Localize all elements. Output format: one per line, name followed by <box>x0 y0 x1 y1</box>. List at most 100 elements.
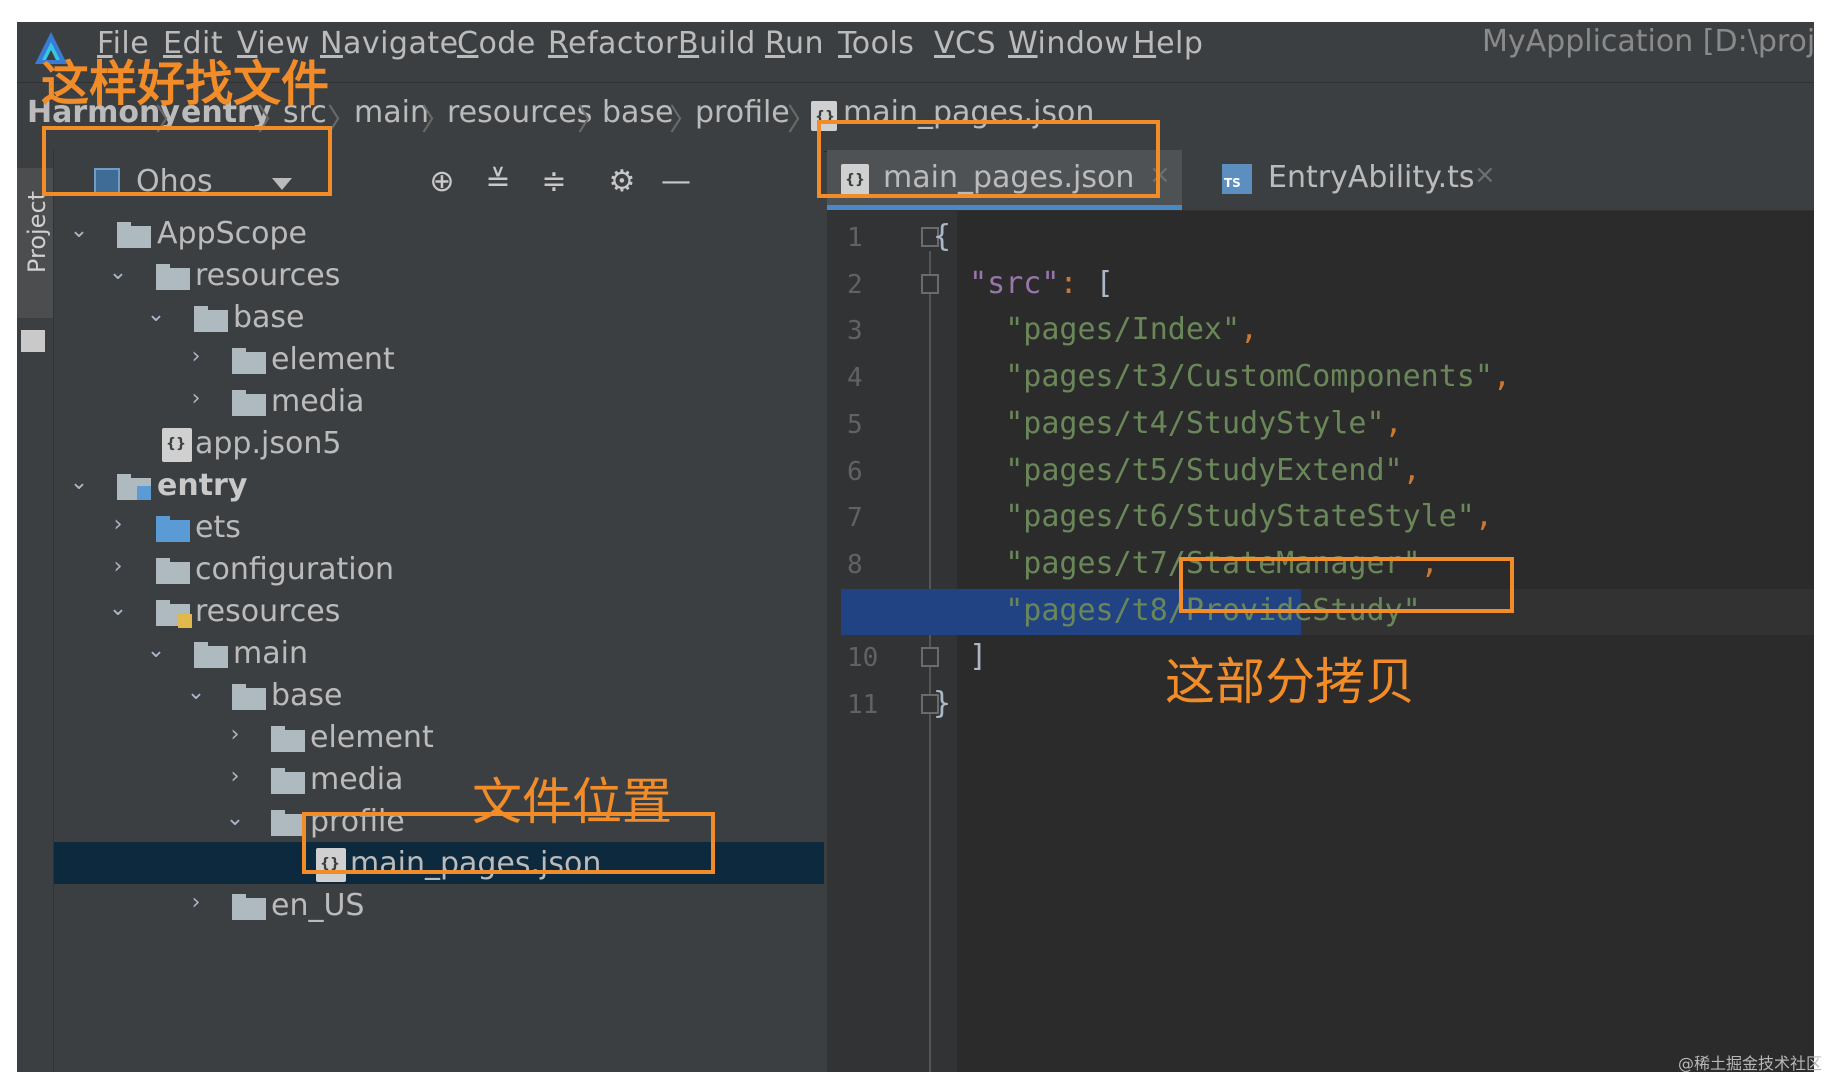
code-line: "pages/t5/StudyExtend", <box>957 449 1814 495</box>
window-title: MyApplication [D:\proj <box>1482 24 1814 59</box>
menu-window[interactable]: Window <box>1008 26 1129 61</box>
chevron-right-icon[interactable]: › <box>224 722 246 747</box>
folder-icon <box>271 726 305 752</box>
tree-item-base-entry[interactable]: ⌄ base <box>54 674 824 716</box>
tree-item-label: element <box>310 720 434 755</box>
code-token: } <box>933 686 952 721</box>
code-token: , <box>1384 405 1403 441</box>
tree-item-main[interactable]: ⌄ main <box>54 632 824 674</box>
tree-item-appscope[interactable]: ⌄ AppScope <box>54 212 824 254</box>
chevron-right-icon[interactable]: › <box>224 764 246 789</box>
tree-item-label: entry <box>157 468 248 503</box>
code-line: "pages/Index", <box>957 308 1814 354</box>
menu-refactor[interactable]: Refactor <box>548 26 678 61</box>
chevron-down-icon[interactable]: ⌄ <box>145 302 167 327</box>
tree-item-label: media <box>271 384 365 419</box>
folder-icon <box>156 264 190 290</box>
chevron-right-icon[interactable]: › <box>185 344 207 369</box>
code-token: [ <box>1095 265 1114 301</box>
tree-item-ets[interactable]: › ets <box>54 506 824 548</box>
module-folder-icon <box>117 474 151 500</box>
annotation-file-location: 文件位置 <box>472 773 672 831</box>
chevron-down-icon[interactable]: ⌄ <box>68 218 90 243</box>
code-token: , <box>1402 452 1421 488</box>
locate-icon[interactable]: ⊕ <box>422 162 462 202</box>
tree-item-base[interactable]: ⌄ base <box>54 296 824 338</box>
crumb-resources[interactable]: resources <box>447 95 592 130</box>
chevron-down-icon[interactable]: ⌄ <box>224 806 246 831</box>
annotation-copy-part: 这部分拷贝 <box>1165 653 1415 711</box>
chevron-down-icon[interactable]: ⌄ <box>145 638 167 663</box>
line-number: 7 <box>847 503 863 534</box>
tree-item-app-json5[interactable]: app.json5 <box>54 422 824 464</box>
tree-item-element-entry[interactable]: › element <box>54 716 824 758</box>
folder-icon <box>232 390 266 416</box>
menu-vcs[interactable]: VCS <box>934 26 996 61</box>
active-tab-indicator <box>827 205 1182 210</box>
tree-item-resources-entry[interactable]: ⌄ resources <box>54 590 824 632</box>
menu-tools[interactable]: Tools <box>838 26 914 61</box>
collapse-all-icon[interactable]: ≑ <box>534 162 574 202</box>
line-number: 4 <box>847 363 863 394</box>
code-token: ] <box>933 639 988 675</box>
menu-help[interactable]: Help <box>1133 26 1203 61</box>
code-token: "pages/Index" <box>933 312 1241 348</box>
tool-window-strip: Project <box>17 150 54 1072</box>
ide-window: File Edit View Navigate Code Refactor Bu… <box>17 22 1814 1072</box>
line-number: 11 <box>847 690 879 720</box>
code-token: , <box>1492 359 1511 395</box>
tree-item-label: en_US <box>271 888 365 923</box>
annotation-box-editor-tab <box>817 120 1160 198</box>
tab-entryability-ts[interactable]: EntryAbility.ts × <box>1212 150 1512 210</box>
folder-icon <box>232 894 266 920</box>
menu-navigate[interactable]: Navigate <box>320 26 459 61</box>
chevron-right-icon[interactable]: › <box>185 386 207 411</box>
code-token: "pages/t6/StudyStateStyle" <box>933 499 1475 535</box>
folder-icon <box>117 222 151 248</box>
tree-item-configuration[interactable]: › configuration <box>54 548 824 590</box>
menu-build[interactable]: Build <box>678 26 756 61</box>
crumb-main[interactable]: main <box>354 95 429 130</box>
menu-run[interactable]: Run <box>765 26 824 61</box>
source-folder-icon <box>156 516 190 542</box>
code-line: "pages/t4/StudyStyle", <box>957 402 1814 448</box>
tree-item-label: main <box>233 636 308 671</box>
chevron-down-icon[interactable]: ⌄ <box>107 260 129 285</box>
line-number: 8 <box>847 549 863 580</box>
code-line: { <box>933 215 1814 261</box>
chevron-right-icon[interactable]: › <box>185 890 207 915</box>
code-token: : <box>1059 265 1096 301</box>
chevron-down-icon[interactable]: ⌄ <box>185 680 207 705</box>
tree-item-media-entry[interactable]: › media <box>54 758 824 800</box>
tree-item-media[interactable]: › media <box>54 380 824 422</box>
menu-code[interactable]: Code <box>457 26 536 61</box>
folder-icon <box>271 768 305 794</box>
chevron-right-icon[interactable]: › <box>107 554 129 579</box>
tree-item-en-us[interactable]: › en_US <box>54 884 824 926</box>
tree-item-label: base <box>271 678 343 713</box>
expand-all-icon[interactable]: ≚ <box>478 162 518 202</box>
chevron-right-icon[interactable]: › <box>107 512 129 537</box>
line-number: 5 <box>847 409 863 440</box>
code-line: "pages/t3/CustomComponents", <box>957 355 1814 401</box>
folder-icon <box>232 348 266 374</box>
tree-item-resources[interactable]: ⌄ resources <box>54 254 824 296</box>
chevron-down-icon[interactable]: ⌄ <box>68 470 90 495</box>
folder-icon <box>194 642 228 668</box>
tree-item-element[interactable]: › element <box>54 338 824 380</box>
folder-icon[interactable] <box>21 330 45 352</box>
tree-item-label: ets <box>195 510 241 545</box>
chevron-down-icon[interactable]: ⌄ <box>107 596 129 621</box>
watermark: @稀土掘金技术社区 <box>1677 1054 1822 1073</box>
gear-icon[interactable]: ⚙ <box>602 162 642 202</box>
crumb-base[interactable]: base <box>602 95 674 130</box>
typescript-file-icon <box>1222 164 1252 194</box>
close-icon[interactable]: × <box>1474 160 1496 190</box>
minimize-icon[interactable]: — <box>656 162 696 202</box>
tree-item-label: resources <box>195 594 341 629</box>
tree-item-entry[interactable]: ⌄ entry <box>54 464 824 506</box>
code-line: "src": [ <box>957 262 1814 308</box>
project-panel: Ohos ⊕ ≚ ≑ ⚙ — ⌄ AppScope ⌄ resources ⌄ <box>54 150 824 1072</box>
crumb-profile[interactable]: profile <box>695 95 790 130</box>
